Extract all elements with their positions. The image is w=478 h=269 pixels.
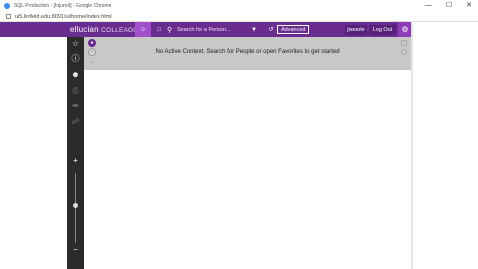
context-person-icon[interactable]: ● [88,39,96,47]
gear-icon: ⚙ [401,25,409,34]
help-icon[interactable]: ⓘ [67,54,84,63]
browser-titlebar: SQL Production - [Injured] - Google Chro… [0,0,478,12]
desktop-left [0,37,67,269]
screen: SQL Production - [Injured] - Google Chro… [0,0,478,269]
desktop-right [411,22,478,269]
zoom-slider-thumb[interactable] [73,203,78,208]
context-close-icon[interactable] [401,49,407,55]
search-box: ⚲ ▼ [167,24,262,35]
chevron-down-icon[interactable]: ▼ [251,27,257,33]
context-maximize-icon[interactable] [401,40,407,46]
brand-sub: COLLEAGU [101,27,139,34]
brand-logo: ellucian COLLEAGU [70,25,138,34]
context-panel: ● + ⌄ No Active Context. Search for Peop… [84,37,411,70]
person-icon: ☺ [139,26,147,33]
share-icon[interactable]: ➦ [67,101,84,110]
close-button[interactable]: ✕ [466,2,472,10]
user-menu-button[interactable]: jisearle [345,25,367,35]
print-icon[interactable]: ⎙ [67,86,84,95]
address-bar[interactable]: ui5.linfield.edu:8091/ui/home/index.html [0,12,478,22]
context-message: No Active Context. Search for People or … [155,49,340,55]
paperclip-icon[interactable]: ☍ [67,117,84,126]
minimize-button[interactable]: — [425,2,432,10]
history-icon: ↺ [268,27,274,33]
url-text[interactable]: ui5.linfield.edu:8091/ui/home/index.html [15,14,112,20]
window-controls: — ☐ ✕ [425,2,472,10]
advanced-search-button[interactable]: Advanced [277,25,310,34]
logout-button[interactable]: Log Out [369,25,396,35]
zoom-in-button[interactable]: + [67,156,84,165]
zoom-slider-track[interactable] [75,173,76,243]
brand-main: ellucian [70,25,99,34]
zoom-out-button[interactable]: − [67,245,84,254]
maximize-button[interactable]: ☐ [446,2,452,10]
form-search-button[interactable]: □ [153,22,165,37]
page-info-icon[interactable] [6,14,11,19]
history-button[interactable]: ↺ [265,22,277,37]
chrome-icon [4,3,10,9]
main-content: ● + ⌄ No Active Context. Search for Peop… [84,37,411,269]
search-icon: ⚲ [167,26,173,34]
window-title: SQL Production - [Injured] - Google Chro… [14,3,112,9]
chevron-down-icon[interactable]: ⌄ [88,57,96,65]
person-search-button[interactable]: ☺ [135,22,151,37]
settings-button[interactable]: ⚙ [398,22,412,37]
app-header: ellucian COLLEAGU ☺ □ ⚲ ▼ ↺ Advanced jis… [0,22,413,37]
scrollbar-track[interactable] [411,22,413,269]
document-icon: □ [157,26,161,33]
person-search-input[interactable] [177,26,249,33]
left-sidebar: ☆ ⓘ ☻ ⎙ ➦ ☍ + − [67,37,84,269]
person-icon[interactable]: ☻ [67,70,84,79]
star-icon[interactable]: ☆ [67,39,84,48]
